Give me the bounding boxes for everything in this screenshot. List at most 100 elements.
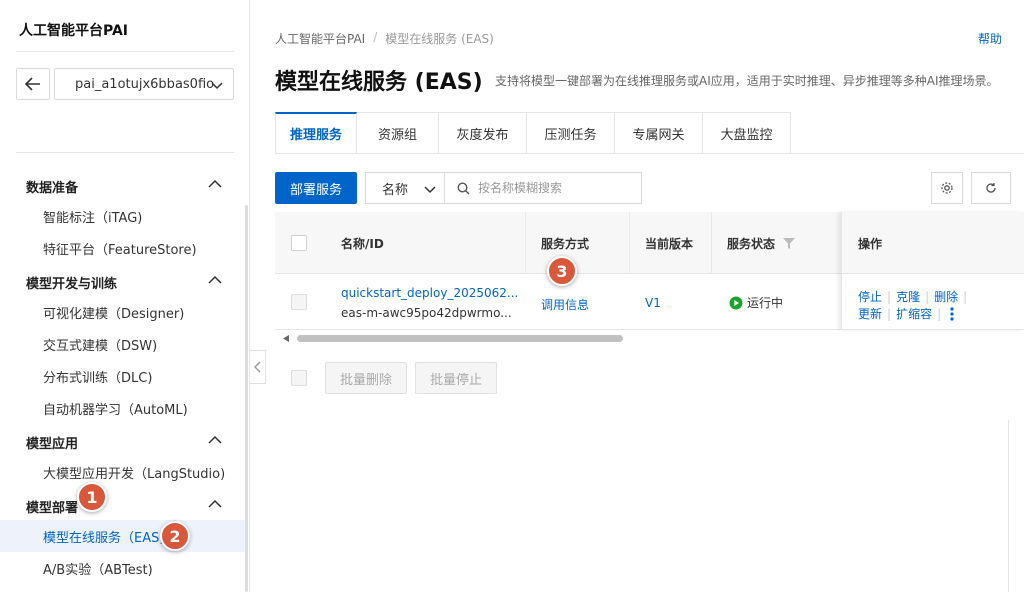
search-icon [457,181,470,194]
row-checkbox[interactable] [291,294,307,310]
nav-item-automl[interactable]: 自动机器学习（AutoML) [0,392,246,424]
service-id: eas-m-awc95po42dpwrmo... [341,306,512,320]
batch-select-checkbox[interactable] [291,370,307,386]
status-text: 运行中 [747,296,784,310]
nav-item-label: 自动机器学习（AutoML) [43,402,188,418]
right-toolbar [1008,420,1024,592]
step-badge-3: 3 [547,256,577,286]
refresh-icon [986,183,996,193]
scroll-left-icon[interactable] [283,335,289,342]
nav-item-langstudio[interactable]: 大模型应用开发（LangStudio) [0,456,246,488]
tab-resource-group[interactable]: 资源组 [357,112,439,154]
nav-item-designer[interactable]: 可视化建模（Designer) [0,296,246,328]
service-name-link[interactable]: quickstart_deploy_2025062... [341,286,518,300]
nav-group-model-dev[interactable]: 模型开发与训练 [26,273,222,292]
brand-title: 人工智能平台PAI [19,23,129,39]
nav-group-label: 模型应用 [26,437,79,452]
help-link[interactable]: 帮助 [978,30,1002,47]
col-divider [629,212,630,274]
nav-group-model-app[interactable]: 模型应用 [26,433,222,452]
nav-item-itag[interactable]: 智能标注（iTAG) [0,200,246,232]
step-badge-1: 1 [77,482,107,512]
tab-dashboard[interactable]: 大盘监控 [703,112,791,154]
deploy-service-button[interactable]: 部署服务 [275,172,357,204]
more-icon[interactable] [950,306,954,321]
step-badge-2: 2 [160,521,190,551]
refresh-button[interactable] [971,172,1011,204]
chevron-up-icon [208,499,222,508]
main-content: 人工智能平台PAI / 模型在线服务 (EAS) 帮助 模型在线服务 (EAS)… [251,0,1024,592]
tab-canary-release[interactable]: 灰度发布 [439,112,527,154]
col-header-status-label: 服务状态 [727,236,776,251]
sidebar-divider [16,51,234,52]
nav-item-dsw[interactable]: 交互式建模（DSW) [0,328,246,360]
chevron-up-icon [208,275,222,284]
search-input[interactable] [478,181,638,195]
breadcrumb-root[interactable]: 人工智能平台PAI [275,30,365,47]
version-link[interactable]: V1 [645,296,661,310]
scrollbar-thumb[interactable] [297,335,623,342]
invoke-info-link[interactable]: 调用信息 [541,296,589,313]
arrow-left-icon [25,77,40,91]
workspace-name: pai_a1otujx6bbas0fio [75,76,215,92]
batch-delete-button[interactable]: 批量删除 [325,362,407,394]
nav-item-label: 大模型应用开发（LangStudio) [43,466,226,482]
col-divider [525,212,526,274]
nav-group-label: 数据准备 [26,181,79,196]
breadcrumb: 人工智能平台PAI / 模型在线服务 (EAS) [275,30,494,47]
stop-button[interactable]: 停止 [858,290,882,304]
col-header-version: 当前版本 [645,236,694,251]
scale-button[interactable]: 扩缩容 [896,305,932,322]
update-button[interactable]: 更新 [858,305,882,322]
col-header-status: 服务状态 [727,212,796,274]
select-all-checkbox[interactable] [291,235,307,251]
nav-item-label: A/B实验（ABTest) [43,562,153,578]
filter-field-select[interactable]: 名称 [365,172,445,204]
search-box [444,172,642,204]
col-divider [711,212,712,274]
workspace-select[interactable]: pai_a1otujx6bbas0fio [54,68,234,100]
chevron-up-icon [208,179,222,188]
nav-item-dlc[interactable]: 分布式训练（DLC) [0,360,246,392]
page-description: 支持将模型一键部署为在线推理服务或AI应用，适用于实时推理、异步推理等多种AI推… [495,74,999,88]
filter-icon[interactable] [783,237,796,249]
gear-icon [941,182,953,194]
actions-column: 操作 停止 | 克隆 | 删除 | 更新 | 扩缩容 | [841,212,1024,330]
sidebar: 人工智能平台PAI pai_a1otujx6bbas0fio 数据准备 智能标注… [0,0,250,592]
filter-field-label: 名称 [382,182,409,198]
nav-item-featurestore[interactable]: 特征平台（FeatureStore) [0,232,246,264]
nav-group-label: 模型部署 [26,501,79,516]
nav-group-label: 模型开发与训练 [26,277,118,292]
clone-button[interactable]: 克隆 [896,290,920,304]
tab-stress-test[interactable]: 压测任务 [527,112,615,154]
running-icon [729,296,743,309]
status-badge: 运行中 [729,294,783,311]
back-button[interactable] [16,68,50,100]
sidebar-divider [16,152,234,153]
tabs-divider [275,153,1024,154]
nav-item-label: 可视化建模（Designer) [43,306,185,322]
breadcrumb-separator: / [373,30,378,44]
nav-group-model-deploy[interactable]: 模型部署 [26,497,222,516]
horizontal-scrollbar[interactable] [275,332,1024,344]
sidebar-scrollbar[interactable] [245,205,248,592]
batch-stop-button[interactable]: 批量停止 [415,362,497,394]
page-title: 模型在线服务 (EAS) [275,70,483,95]
breadcrumb-current: 模型在线服务 (EAS) [385,32,494,46]
nav-item-label: 智能标注（iTAG) [43,210,143,226]
col-header-ops: 操作 [858,236,883,251]
nav-item-label: 分布式训练（DLC) [43,370,153,386]
tab-inference-service[interactable]: 推理服务 [275,112,357,154]
tab-dedicated-gateway[interactable]: 专属网关 [615,112,703,154]
delete-button[interactable]: 删除 [934,290,958,304]
settings-button[interactable] [931,172,963,204]
nav-item-label: 模型在线服务（EAS) [43,530,165,546]
col-header-name: 名称/ID [341,236,384,251]
nav-item-label: 特征平台（FeatureStore) [43,242,197,258]
nav-item-eas[interactable]: 模型在线服务（EAS) [0,520,246,552]
tab-bar: 推理服务 资源组 灰度发布 压测任务 专属网关 大盘监控 [275,112,791,154]
chevron-down-icon [424,186,436,194]
row-actions-line2: 更新 | 扩缩容 | [858,305,954,322]
nav-group-data-prep[interactable]: 数据准备 [26,177,222,196]
nav-item-abtest[interactable]: A/B实验（ABTest) [0,552,246,584]
